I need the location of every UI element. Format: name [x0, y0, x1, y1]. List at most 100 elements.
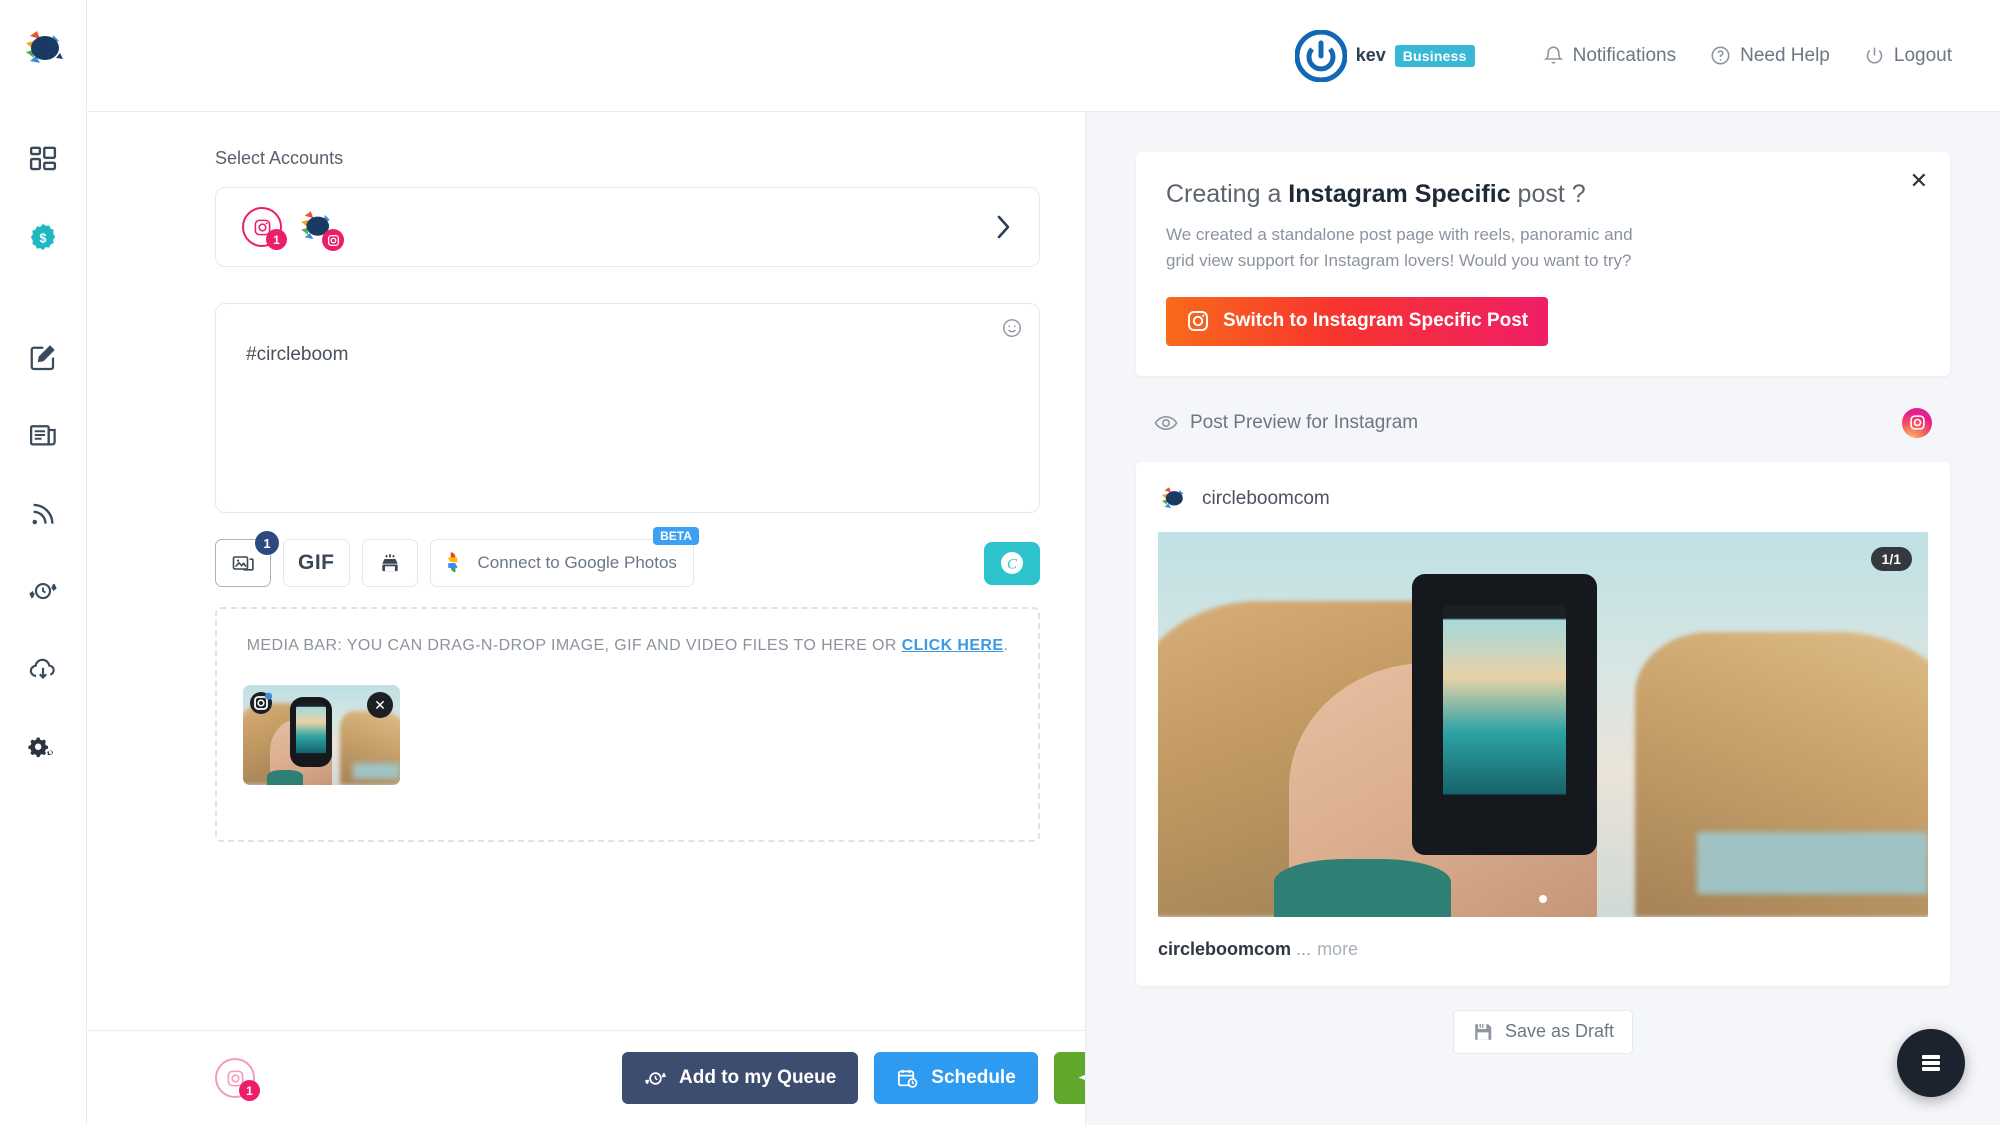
instagram-ring-icon: 1: [242, 207, 287, 250]
canva-design-button[interactable]: C: [984, 541, 1040, 585]
promo-title-prefix: Creating a: [1166, 180, 1289, 208]
schedule-button[interactable]: Schedule: [874, 1052, 1038, 1104]
google-photos-label: Connect to Google Photos: [477, 553, 677, 572]
canva-icon: C: [1001, 552, 1023, 574]
preview-panel: ✕ Creating a Instagram Specific post ? W…: [1085, 112, 2000, 1125]
power-icon: [1866, 47, 1883, 64]
caption-ellipsis: ...: [1296, 938, 1312, 959]
beta-badge: BETA: [653, 527, 699, 545]
logout-button[interactable]: Logout: [1864, 45, 1952, 67]
connect-google-photos-button[interactable]: Connect to Google Photos BETA: [429, 527, 699, 587]
app-root: $ kev Business Notifications Need Help L…: [0, 0, 2000, 1125]
post-media-image[interactable]: 1/1: [1158, 531, 1928, 917]
carousel-dot-indicator: [1539, 894, 1547, 903]
sidebar-item-compose[interactable]: [16, 330, 70, 384]
help-menu-fab[interactable]: [1897, 1029, 1965, 1097]
instagram-account-chip[interactable]: 1: [242, 207, 287, 250]
instagram-platform-icon[interactable]: [1902, 407, 1932, 438]
account-badge-count: 1: [266, 229, 287, 250]
svg-text:$: $: [40, 232, 47, 246]
save-floppy-icon: [1475, 1023, 1492, 1040]
composer-toolbar: 1 GIF Connect to Google Photos BETA C: [215, 527, 1040, 587]
composer-footer: 1 Add to my Queue Schedule: [87, 1030, 1220, 1125]
draft-row: Save as Draft: [1136, 1009, 1950, 1054]
upload-tray-icon: [381, 554, 398, 572]
media-bar-hint: MEDIA BAR: YOU CAN DRAG-N-DROP IMAGE, GI…: [243, 637, 1012, 655]
history-clock-icon: [29, 582, 57, 600]
sidebar-item-dashboard[interactable]: [16, 132, 70, 186]
instagram-badge-icon: [322, 229, 344, 251]
upload-media-button[interactable]: [361, 539, 418, 587]
select-accounts-label: Select Accounts: [215, 148, 344, 168]
post-header: circleboomcom: [1158, 484, 1928, 514]
add-gif-button[interactable]: GIF: [283, 539, 350, 587]
content-row: Select Accounts 1 #circleboom 1 GIF Conn…: [87, 112, 2000, 1125]
cloud-download-icon: [29, 658, 55, 680]
promo-body-text: We created a standalone post page with r…: [1166, 225, 1633, 271]
sidebar-item-settings[interactable]: [16, 720, 70, 774]
rss-feed-icon: [32, 503, 54, 525]
svg-text:C: C: [1007, 557, 1018, 573]
gears-settings-icon: [28, 737, 53, 758]
need-help-label: Need Help: [1740, 44, 1830, 66]
chevron-right-icon[interactable]: [995, 212, 1013, 242]
close-icon[interactable]: ✕: [1910, 170, 1928, 192]
footer-account-badge-count: 1: [239, 1080, 260, 1101]
plan-badge: Business: [1394, 44, 1475, 67]
top-bar: kev Business Notifications Need Help Log…: [87, 0, 2000, 112]
switch-to-instagram-post-button[interactable]: Switch to Instagram Specific Post: [1166, 296, 1549, 346]
preview-header-left: Post Preview for Instagram: [1154, 412, 1418, 434]
save-as-draft-button[interactable]: Save as Draft: [1452, 1009, 1634, 1054]
bell-icon: [1543, 46, 1564, 64]
media-drop-bar[interactable]: MEDIA BAR: YOU CAN DRAG-N-DROP IMAGE, GI…: [215, 607, 1040, 842]
compose-pencil-icon: [30, 345, 55, 371]
sidebar-item-download[interactable]: [16, 642, 70, 696]
thumbnail-instagram-icon: [249, 691, 273, 715]
user-profile[interactable]: kev Business: [1294, 29, 1475, 82]
gif-label: GIF: [298, 551, 335, 574]
sidebar-item-rss[interactable]: [16, 486, 70, 540]
news-article-icon: [30, 425, 56, 446]
post-avatar: [1161, 486, 1184, 508]
sidebar-item-content[interactable]: [16, 408, 70, 462]
sidebar-item-pricing[interactable]: $: [16, 210, 70, 264]
add-to-queue-button[interactable]: Add to my Queue: [622, 1052, 859, 1104]
circleboom-account-avatar[interactable]: [296, 207, 344, 251]
preview-header-label: Post Preview for Instagram: [1190, 411, 1419, 433]
caption-username: circleboomcom: [1158, 938, 1292, 959]
click-here-link[interactable]: CLICK HERE: [902, 637, 1004, 654]
sidebar-item-queue[interactable]: [16, 564, 70, 618]
promo-title-strong: Instagram Specific: [1288, 180, 1511, 208]
google-photos-icon: [447, 552, 457, 573]
caption-more-link[interactable]: more: [1317, 939, 1358, 959]
instagram-promo-card: ✕ Creating a Instagram Specific post ? W…: [1136, 152, 1950, 376]
calendar-clock-icon: [898, 1069, 918, 1088]
eye-icon: [1154, 415, 1178, 430]
media-thumbnail[interactable]: ✕: [243, 685, 400, 785]
promo-cta-label: Switch to Instagram Specific Post: [1223, 310, 1529, 332]
schedule-label: Schedule: [931, 1067, 1016, 1088]
smiley-icon: [1003, 319, 1021, 337]
image-icon: [232, 556, 254, 571]
instagram-icon: [1188, 311, 1208, 332]
account-selector[interactable]: 1: [215, 187, 1040, 267]
footer-account-chip[interactable]: 1: [215, 1058, 260, 1101]
main-area: kev Business Notifications Need Help Log…: [87, 0, 2000, 1125]
post-caption: circleboomcom... more: [1158, 939, 1928, 960]
dashboard-grid-icon: [29, 146, 57, 171]
add-image-button[interactable]: 1: [215, 531, 279, 587]
emoji-picker-button[interactable]: [1001, 317, 1023, 344]
promo-title: Creating a Instagram Specific post ?: [1166, 180, 1920, 209]
notifications-button[interactable]: Notifications: [1543, 44, 1677, 67]
instagram-post-preview-card: circleboomcom 1/1 circleboomcom... more: [1136, 461, 1950, 986]
notifications-label: Notifications: [1572, 44, 1677, 66]
need-help-button[interactable]: Need Help: [1710, 45, 1830, 67]
image-count-badge: 1: [255, 531, 279, 555]
composer-inner: Select Accounts 1 #circleboom 1 GIF Conn…: [87, 112, 1085, 1030]
circleboom-logo-icon[interactable]: [20, 26, 66, 72]
selected-accounts-list: 1: [242, 207, 344, 251]
avatar: [1294, 29, 1348, 82]
remove-media-button[interactable]: ✕: [367, 692, 393, 718]
post-text-editor[interactable]: #circleboom: [215, 303, 1040, 513]
post-username: circleboomcom: [1202, 487, 1330, 509]
